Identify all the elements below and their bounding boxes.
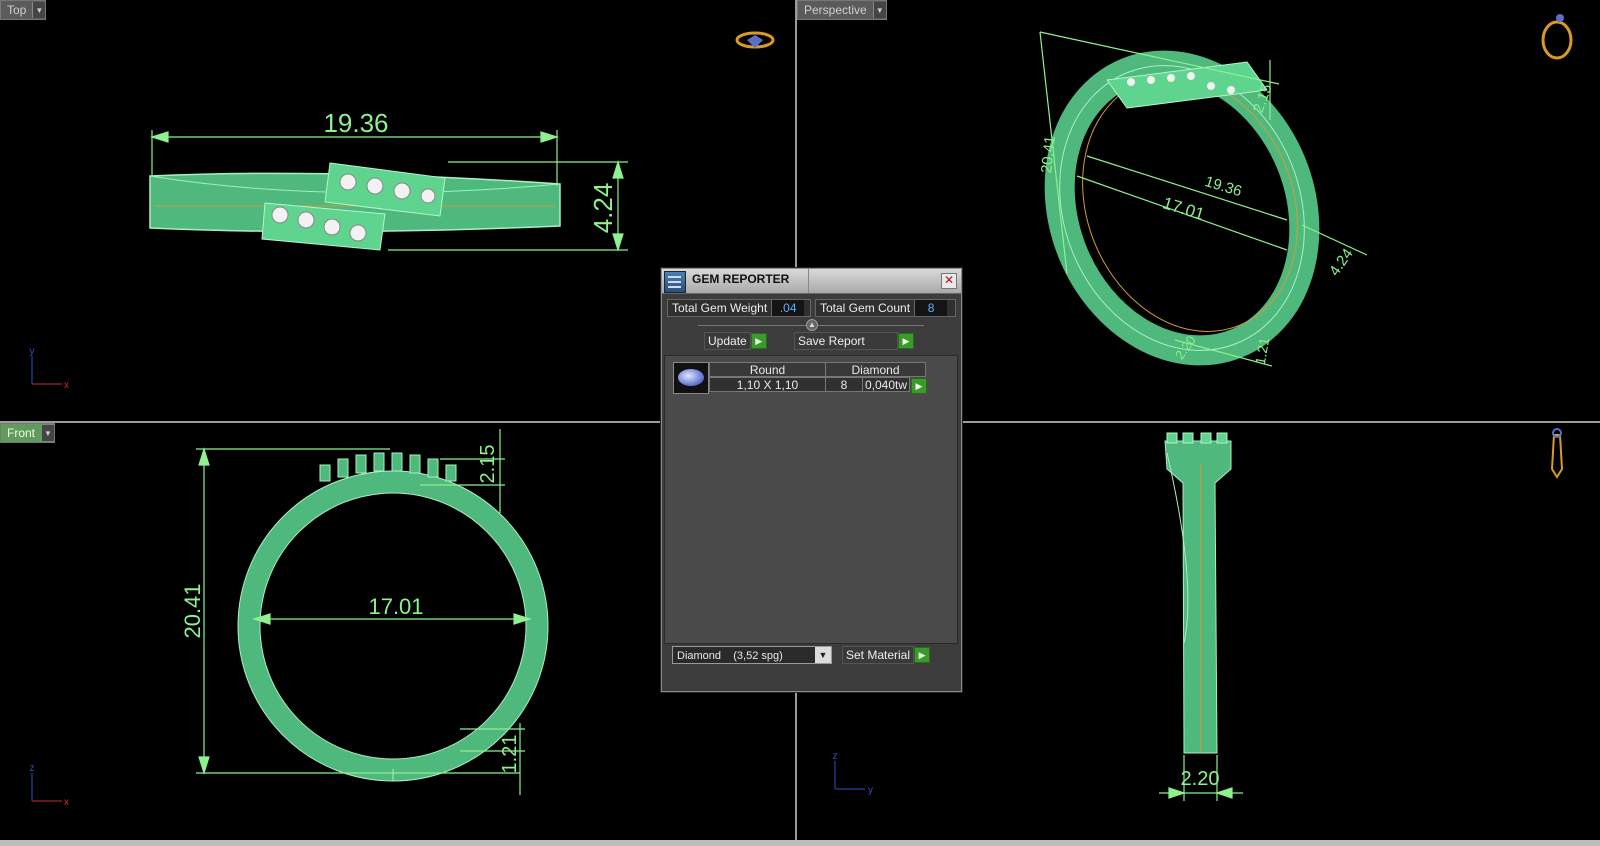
gem-weight-cell: 0,040tw xyxy=(862,377,910,392)
persp-dim-bottom: 1.21 xyxy=(1252,336,1273,366)
viewport-label-front[interactable]: Front ▼ xyxy=(0,423,56,443)
update-button[interactable]: Update ▶ xyxy=(704,332,767,350)
front-axis-z: z xyxy=(30,763,35,774)
gem-size-cell: 1,10 X 1,10 xyxy=(709,377,826,392)
top-dim-height: 4.24 xyxy=(588,183,618,234)
material-select[interactable]: Diamond (3,52 spg) ▼ xyxy=(672,646,832,664)
persp-dim-inner: 17.01 xyxy=(1160,193,1206,224)
total-gem-count: Total Gem Count 8 xyxy=(815,299,956,317)
gem-list[interactable]: Round Diamond 1,10 X 1,10 8 0,040tw ▶ xyxy=(664,355,958,644)
total-gem-weight: Total Gem Weight .04 xyxy=(667,299,811,317)
set-material-button[interactable]: Set Material ▶ xyxy=(842,646,931,664)
status-bar xyxy=(0,840,1600,846)
front-dim-bottom: 1.21 xyxy=(499,735,521,774)
play-icon[interactable]: ▶ xyxy=(911,378,927,394)
total-gem-weight-value[interactable]: .04 xyxy=(771,300,805,316)
play-icon[interactable]: ▶ xyxy=(898,333,914,349)
gem-reporter-icon xyxy=(664,271,686,293)
persp-dim-side: 4.24 xyxy=(1326,246,1357,280)
right-axis-y: y xyxy=(868,785,873,796)
persp-dim-length: 19.36 xyxy=(1203,173,1244,200)
front-dim-top: 2.15 xyxy=(477,445,499,484)
collapse-icon[interactable]: ▲ xyxy=(806,319,818,331)
close-icon[interactable]: ✕ xyxy=(941,273,957,289)
viewport-label-perspective[interactable]: Perspective ▼ xyxy=(797,0,887,20)
chevron-down-icon[interactable]: ▼ xyxy=(872,2,886,18)
front-dim-outer: 20.41 xyxy=(180,583,205,638)
top-dim-length: 19.36 xyxy=(323,108,388,138)
gem-material-header: Diamond xyxy=(825,362,926,377)
play-icon[interactable]: ▶ xyxy=(750,333,767,349)
front-dim-inner: 17.01 xyxy=(368,594,423,619)
gem-reporter-titlebar[interactable]: GEM REPORTER ✕ xyxy=(662,269,961,294)
right-dim-width: 2.20 xyxy=(1181,768,1220,790)
save-report-button[interactable]: Save Report ▶ xyxy=(794,332,914,350)
viewport-label-top[interactable]: Top ▼ xyxy=(0,0,47,20)
front-axis-x: x xyxy=(64,797,69,808)
play-icon[interactable]: ▶ xyxy=(914,647,931,663)
gem-reporter-title: GEM REPORTER xyxy=(692,272,790,286)
gem-reporter-panel[interactable]: GEM REPORTER ✕ Total Gem Weight .04 Tota… xyxy=(661,268,962,692)
material-row: Diamond (3,52 spg) ▼ Set Material ▶ xyxy=(672,646,951,668)
round-gem-icon[interactable] xyxy=(673,362,709,394)
gem-count-cell: 8 xyxy=(825,377,863,392)
chevron-down-icon[interactable]: ▼ xyxy=(41,425,55,441)
gem-cut-header: Round xyxy=(709,362,826,377)
total-gem-count-value[interactable]: 8 xyxy=(914,300,948,316)
chevron-down-icon[interactable]: ▼ xyxy=(815,647,831,663)
top-axis-x: x xyxy=(64,380,69,391)
right-axis-z: z xyxy=(833,751,838,762)
top-axis-y: y xyxy=(30,346,35,357)
chevron-down-icon[interactable]: ▼ xyxy=(32,2,46,18)
